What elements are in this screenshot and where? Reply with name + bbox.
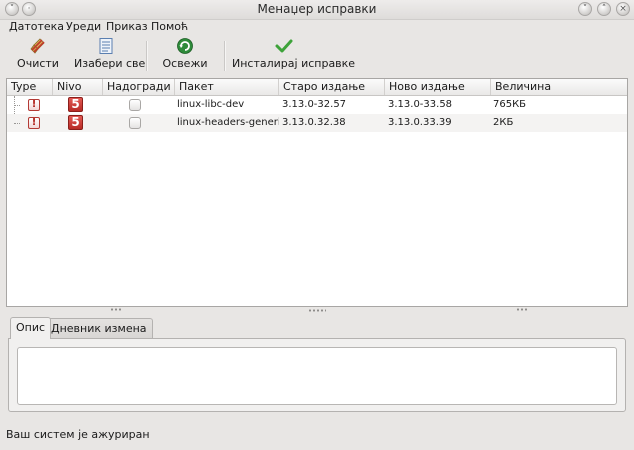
description-text-area[interactable]	[17, 347, 617, 405]
level-badge: 5	[68, 97, 83, 112]
clear-button[interactable]: Очисти	[16, 35, 60, 75]
minimize-icon[interactable]: ˅	[578, 2, 592, 16]
menu-file[interactable]: Датотека	[9, 20, 64, 33]
package-name: linux-headers-generic	[177, 117, 279, 128]
window-title: Менаџер исправки	[257, 2, 377, 16]
refresh-button[interactable]: Освежи	[162, 35, 208, 75]
upgrade-checkbox[interactable]	[129, 99, 141, 111]
tab-changelog[interactable]: Дневник измена	[45, 318, 153, 338]
upgrade-checkbox[interactable]	[129, 117, 141, 129]
toolbar-separator	[146, 41, 148, 71]
menu-bar: Датотека Уреди Приказ Помоћ	[0, 19, 634, 35]
column-size[interactable]: Величина	[491, 79, 627, 95]
status-text: Ваш систем је ажуриран	[6, 428, 150, 441]
package-name: linux-libc-dev	[177, 99, 245, 110]
select-all-label: Изабери све	[74, 57, 146, 70]
menu-edit[interactable]: Уреди	[66, 20, 101, 33]
install-updates-button[interactable]: Инсталирај исправке	[232, 35, 356, 75]
new-version: 3.13.0-33.58	[388, 99, 453, 110]
tab-description[interactable]: Опис	[10, 317, 52, 339]
install-updates-label: Инсталирај исправке	[232, 57, 356, 70]
column-package[interactable]: Пакет	[175, 79, 279, 95]
splitter-handle[interactable]	[308, 309, 326, 312]
document-list-icon	[99, 38, 113, 54]
toolbar-separator	[224, 41, 226, 71]
column-upgrade[interactable]: Надогради	[103, 79, 175, 95]
clear-label: Очисти	[17, 57, 59, 70]
package-size: 2КБ	[493, 117, 514, 128]
menu-help[interactable]: Помоћ	[151, 20, 188, 33]
tree-guide	[14, 123, 20, 124]
level-badge: 5	[68, 115, 83, 130]
old-version: 3.13.0-32.57	[282, 99, 347, 110]
column-new-version[interactable]: Ново издање	[385, 79, 491, 95]
menu-view[interactable]: Приказ	[106, 20, 148, 33]
column-header: Type Nivo Надогради Пакет Старо издање Н…	[7, 79, 627, 96]
new-version: 3.13.0.33.39	[388, 117, 452, 128]
maximize-icon[interactable]: ˄	[597, 2, 611, 16]
toolbar: Очисти Изабери све Освежи Инсталирај исп…	[0, 35, 634, 77]
old-version: 3.13.0.32.38	[282, 117, 346, 128]
table-row[interactable]: ! 5 linux-headers-generic 3.13.0.32.38 3…	[7, 114, 627, 132]
select-all-button[interactable]: Изабери све	[74, 35, 146, 75]
checkmark-icon	[275, 39, 293, 53]
tree-guide	[14, 105, 20, 106]
title-bar[interactable]: ˅ · Менаџер исправки ˅ ˄ ×	[0, 0, 634, 20]
splitter-handle[interactable]	[516, 308, 528, 311]
package-list[interactable]: Type Nivo Надогради Пакет Старо издање Н…	[6, 78, 628, 307]
broom-icon	[30, 38, 45, 54]
column-level[interactable]: Nivo	[53, 79, 103, 95]
refresh-label: Освежи	[162, 57, 208, 70]
close-icon[interactable]: ×	[616, 2, 630, 16]
table-row[interactable]: ! 5 linux-libc-dev 3.13.0-32.57 3.13.0-3…	[7, 96, 627, 114]
security-update-icon: !	[28, 117, 40, 129]
security-update-icon: !	[28, 99, 40, 111]
splitter-handle[interactable]	[110, 308, 122, 311]
package-size: 765КБ	[493, 99, 527, 110]
column-old-version[interactable]: Старо издање	[279, 79, 385, 95]
refresh-icon	[177, 38, 193, 54]
tab-pane	[8, 338, 626, 412]
column-type[interactable]: Type	[7, 79, 53, 95]
